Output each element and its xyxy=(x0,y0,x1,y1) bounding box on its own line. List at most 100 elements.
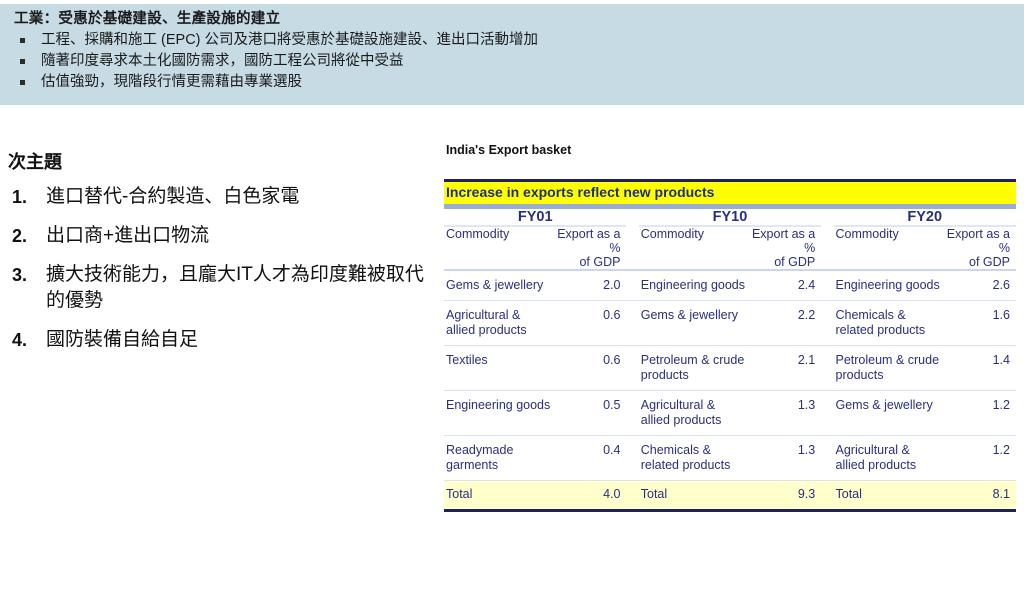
cell-value-fy10: 2.4 xyxy=(797,278,816,292)
column-header-line1: Export as a % xyxy=(946,227,1010,255)
cell-value-fy10: 1.3 xyxy=(745,390,822,436)
sub-theme-section: 次主題 1. 進口替代-合約製造、白色家電 2. 出口商+進出口物流 3. 擴大… xyxy=(8,150,433,366)
group-gap xyxy=(626,209,638,226)
list-item-number: 4. xyxy=(12,330,28,350)
banner-bullet-item: 隨著印度尋求本土化國防需求，國防工程公司將從中受益 xyxy=(14,51,1024,72)
total-value-fy10: 9.3 xyxy=(745,480,822,509)
list-item-number: 1. xyxy=(12,187,28,207)
group-header-fy01: FY01 xyxy=(444,209,627,227)
cell-commodity-fy20: Chemicals & related products xyxy=(833,300,941,346)
cell-commodity-fy01: Engineering goods xyxy=(444,390,551,436)
cell-commodity-fy10: Engineering goods xyxy=(640,278,745,292)
cell-value-fy20: 1.2 xyxy=(940,390,1016,436)
group-gap xyxy=(626,435,639,481)
list-item: 3. 擴大技術能力，且龐大IT人才為印度難被取代的優勢 xyxy=(8,262,433,314)
column-header-commodity: Commodity xyxy=(640,227,704,241)
column-header-line2: of GDP xyxy=(579,255,621,269)
group-header-fy20: FY20 xyxy=(833,209,1016,227)
group-gap xyxy=(626,480,639,509)
square-bullet-icon xyxy=(20,38,25,43)
column-header-line1: Export as a % xyxy=(557,227,621,255)
cell-commodity-fy10: Agricultural & allied products xyxy=(638,390,746,436)
list-item-label: 進口替代-合約製造、白色家電 xyxy=(46,186,300,207)
group-gap xyxy=(821,300,834,346)
table-subtitle-banner: Increase in exports reflect new products xyxy=(444,182,1016,204)
square-bullet-icon xyxy=(20,59,25,64)
banner-bullet-list: 工程、採購和施工 (EPC) 公司及港口將受惠於基礎設施建設、進出口活動增加 隨… xyxy=(14,30,1024,93)
group-gap xyxy=(626,345,639,391)
cell-value-fy20: 1.2 xyxy=(940,435,1016,481)
list-item: 1. 進口替代-合約製造、白色家電 xyxy=(8,184,433,210)
group-gap xyxy=(821,271,833,301)
group-gap xyxy=(821,435,834,481)
list-item: 2. 出口商+進出口物流 xyxy=(8,223,433,249)
column-header-commodity: Commodity xyxy=(835,227,899,241)
cell-value-fy01: 0.4 xyxy=(550,435,627,481)
banner-bullet-item: 工程、採購和施工 (EPC) 公司及港口將受惠於基礎設施建設、進出口活動增加 xyxy=(14,30,1024,51)
table-group-header-row: FY01 FY10 FY20 xyxy=(444,209,1016,227)
cell-commodity-fy01: Agricultural & allied products xyxy=(444,300,551,346)
group-gap xyxy=(821,390,834,436)
table-row: Readymade garments 0.4 Chemicals & relat… xyxy=(444,435,1016,481)
cell-value-fy10: 1.3 xyxy=(745,435,822,481)
cell-commodity-fy10: Petroleum & crude products xyxy=(638,345,746,391)
list-item: 4. 國防裝備自給自足 xyxy=(8,327,433,353)
industry-banner: 工業：受惠於基礎建設、生產設施的建立 工程、採購和施工 (EPC) 公司及港口將… xyxy=(0,4,1024,105)
cell-value-fy10: 2.1 xyxy=(745,345,822,391)
cell-value-fy01: 0.6 xyxy=(550,300,627,346)
table-row: Textiles 0.6 Petroleum & crude products … xyxy=(444,345,1016,391)
total-value-fy20: 8.1 xyxy=(940,480,1016,509)
sub-theme-heading: 次主題 xyxy=(8,152,62,172)
export-basket-panel: India's Export basket Increase in export… xyxy=(444,143,1016,512)
cell-commodity-fy20: Engineering goods xyxy=(835,278,940,292)
banner-title: 工業：受惠於基礎建設、生產設施的建立 xyxy=(14,11,281,27)
banner-bullet-text: 隨著印度尋求本土化國防需求，國防工程公司將從中受益 xyxy=(41,53,404,69)
cell-commodity-fy20: Gems & jewellery xyxy=(833,390,941,436)
total-label-fy20: Total xyxy=(833,480,941,509)
group-gap xyxy=(626,271,638,301)
table-row: Engineering goods 0.5 Agricultural & all… xyxy=(444,390,1016,436)
table-row: Gems & jewellery 2.0 Engineering goods 2… xyxy=(444,271,1016,301)
table-column-header-row: Commodity Export as a % of GDP Commodity… xyxy=(444,226,1016,269)
table-row: Agricultural & allied products 0.6 Gems … xyxy=(444,300,1016,346)
panel-title: India's Export basket xyxy=(446,143,572,157)
sub-theme-list: 1. 進口替代-合約製造、白色家電 2. 出口商+進出口物流 3. 擴大技術能力… xyxy=(8,184,433,353)
cell-value-fy01: 0.5 xyxy=(550,390,627,436)
list-item-label: 出口商+進出口物流 xyxy=(46,225,210,246)
column-header-line2: of GDP xyxy=(969,255,1010,269)
total-value-fy01: 4.0 xyxy=(550,480,627,509)
cell-value-fy01: 0.6 xyxy=(550,345,627,391)
cell-commodity-fy01: Readymade garments xyxy=(444,435,551,481)
cell-commodity-fy20: Petroleum & crude products xyxy=(833,345,941,391)
banner-bullet-item: 估值強勁，現階段行情更需藉由專業選股 xyxy=(14,72,1024,93)
cell-value-fy20: 1.6 xyxy=(940,300,1016,346)
list-item-number: 2. xyxy=(12,226,28,246)
table-bottom-rule xyxy=(444,509,1016,512)
column-header-commodity: Commodity xyxy=(446,227,510,241)
cell-commodity-fy10: Gems & jewellery xyxy=(638,300,746,346)
cell-value-fy10: 2.2 xyxy=(745,300,822,346)
group-gap xyxy=(626,390,639,436)
group-gap xyxy=(626,226,638,269)
banner-bullet-text: 工程、採購和施工 (EPC) 公司及港口將受惠於基礎設施建設、進出口活動增加 xyxy=(41,32,539,48)
group-header-fy10: FY10 xyxy=(638,209,822,227)
banner-bullet-text: 估值強勁，現階段行情更需藉由專業選股 xyxy=(41,74,302,90)
column-header-export-pct: Export as a % of GDP xyxy=(551,226,627,269)
square-bullet-icon xyxy=(20,80,25,85)
group-gap xyxy=(821,345,834,391)
column-header-line2: of GDP xyxy=(774,255,816,269)
cell-commodity-fy01: Textiles xyxy=(444,345,551,391)
cell-value-fy01: 2.0 xyxy=(603,278,621,292)
cell-commodity-fy01: Gems & jewellery xyxy=(446,278,544,292)
total-label-fy01: Total xyxy=(444,480,551,509)
cell-value-fy20: 1.4 xyxy=(940,345,1016,391)
export-basket-table: FY01 FY10 FY20 Commodity Export as a % o… xyxy=(444,209,1016,509)
group-gap xyxy=(626,300,639,346)
list-item-label: 國防裝備自給自足 xyxy=(46,329,199,350)
group-gap xyxy=(821,209,833,226)
list-item-label: 擴大技術能力，且龐大IT人才為印度難被取代的優勢 xyxy=(46,264,424,311)
group-gap xyxy=(821,226,833,269)
cell-commodity-fy20: Agricultural & allied products xyxy=(833,435,941,481)
cell-commodity-fy10: Chemicals & related products xyxy=(638,435,746,481)
column-header-export-pct: Export as a % of GDP xyxy=(745,226,821,269)
